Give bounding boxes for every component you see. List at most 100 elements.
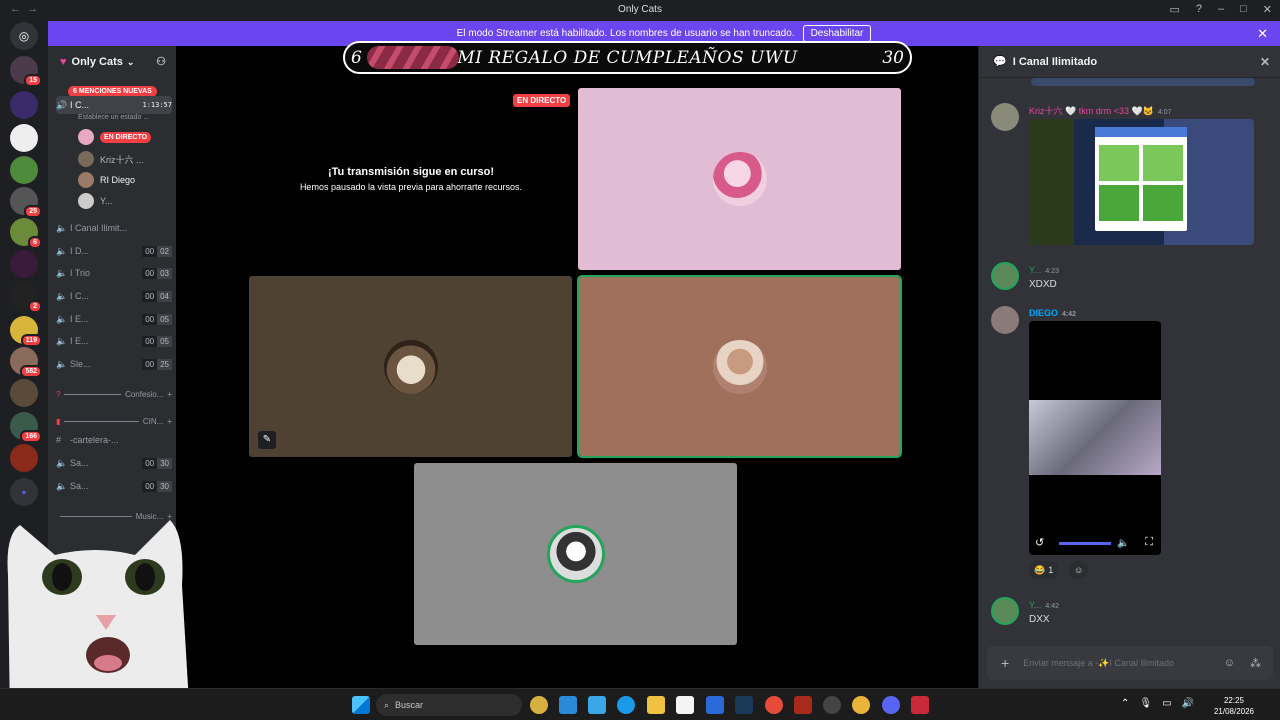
help-icon[interactable]: ?: [1196, 3, 1202, 16]
video-attachment[interactable]: ↺ 🔈 ⛶: [1029, 321, 1161, 555]
folder-icon[interactable]: ▪: [10, 478, 38, 506]
message-author[interactable]: Kriz十六 🤍 tkm drm <33 🤍🐱 4:07: [1029, 104, 1172, 117]
voice-user[interactable]: EN DIRECTO: [78, 127, 152, 147]
store-icon[interactable]: [676, 696, 694, 714]
speaker-icon: 🔈: [56, 335, 68, 346]
server-icon[interactable]: 2: [10, 282, 42, 313]
avatar[interactable]: [991, 597, 1019, 625]
paused-stream-tile[interactable]: ¡Tu transmisión sigue en curso! Hemos pa…: [250, 88, 572, 270]
participant-tile[interactable]: [578, 88, 901, 270]
video-frame: [1029, 400, 1161, 475]
invite-icon[interactable]: ⚇: [156, 55, 166, 68]
avatar[interactable]: [991, 262, 1019, 290]
server-icon[interactable]: 582: [10, 347, 42, 378]
voice-channel[interactable]: 🔈 I E... 00 05: [56, 332, 172, 350]
server-icon[interactable]: [10, 379, 38, 407]
network-icon[interactable]: ▭: [1162, 698, 1171, 709]
clock[interactable]: 22:25 21/08/2026: [1214, 695, 1254, 717]
avatar[interactable]: [991, 306, 1019, 334]
message-author[interactable]: Y... 4:42: [1029, 600, 1059, 610]
app-icon[interactable]: [794, 696, 812, 714]
server-icon[interactable]: 166: [10, 412, 42, 443]
app-icon[interactable]: [588, 696, 606, 714]
active-voice-channel[interactable]: 🔊 I C... 1:13:57: [56, 96, 172, 114]
discord-icon[interactable]: [882, 696, 900, 714]
server-icon[interactable]: [10, 156, 38, 184]
voice-user[interactable]: Y...: [78, 191, 112, 211]
system-tray[interactable]: ⌃ 🎙 ▭ 🔊: [1121, 698, 1194, 709]
chrome-icon[interactable]: [765, 696, 783, 714]
voice-channel[interactable]: 🔈 Sa... 00 30: [56, 454, 172, 472]
app-icon[interactable]: [706, 696, 724, 714]
image-attachment[interactable]: [1029, 119, 1254, 245]
close-button[interactable]: ✕: [1263, 3, 1272, 16]
emoji-icon[interactable]: ☺: [1224, 657, 1235, 669]
chevron-up-icon[interactable]: ⌃: [1121, 698, 1129, 709]
voice-channel[interactable]: 🔈 I Trio 00 03: [56, 264, 172, 282]
app-icon[interactable]: [559, 696, 577, 714]
replay-icon[interactable]: ↺: [1035, 536, 1044, 549]
participant-tile[interactable]: [414, 463, 737, 645]
voice-channel[interactable]: 🔈 Sle... 00 25: [56, 355, 172, 373]
fullscreen-icon[interactable]: ⛶: [1145, 536, 1153, 549]
steam-icon[interactable]: [735, 696, 753, 714]
server-icon[interactable]: 25: [10, 187, 42, 218]
discord-home-icon[interactable]: ◎: [10, 22, 38, 50]
server-icon[interactable]: 119: [10, 316, 42, 347]
voice-channel[interactable]: 🔈 I C... 00 04: [56, 287, 172, 305]
server-icon[interactable]: [10, 444, 38, 472]
message-author[interactable]: DIEGO 4:42: [1029, 308, 1076, 318]
close-icon[interactable]: ✕: [1257, 26, 1268, 42]
text-channel[interactable]: # -cartelera-...: [56, 431, 172, 449]
participant-tile[interactable]: [249, 276, 572, 457]
guild-icon: ♥: [60, 56, 67, 68]
add-reaction-button[interactable]: ☺: [1069, 561, 1089, 579]
voice-channel[interactable]: 🔈 Sa... 00 30: [56, 477, 172, 495]
server-icon[interactable]: [10, 91, 38, 119]
server-icon[interactable]: 15: [10, 56, 42, 87]
laughing-emoji-icon: 😂: [1034, 564, 1046, 575]
live-badge: EN DIRECTO: [513, 94, 571, 107]
category-header[interactable]: ▮ CIN... +: [56, 417, 172, 426]
voice-user[interactable]: RI Diego: [78, 170, 135, 190]
speaker-icon: 🔈: [56, 290, 68, 301]
app-icon[interactable]: [911, 696, 929, 714]
edge-icon[interactable]: [617, 696, 635, 714]
server-icon[interactable]: [10, 250, 38, 278]
chrome-icon[interactable]: [852, 696, 870, 714]
server-icon[interactable]: [10, 124, 38, 152]
embed-image[interactable]: [1031, 78, 1255, 86]
folder-icon[interactable]: [647, 696, 665, 714]
mic-icon[interactable]: 🎙: [1139, 698, 1152, 709]
participant-tile[interactable]: [577, 275, 902, 458]
apps-icon[interactable]: ⁂: [1250, 657, 1261, 670]
start-icon[interactable]: [352, 696, 370, 714]
close-icon[interactable]: ✕: [1260, 55, 1270, 69]
message-author[interactable]: Y... 4:23: [1029, 265, 1059, 275]
server-icon[interactable]: 6: [10, 218, 42, 249]
message-composer[interactable]: + Enviar mensaje a -✨I Canal Ilimitado ☺…: [987, 646, 1273, 680]
disable-streamer-button[interactable]: Deshabilitar: [802, 25, 872, 42]
voice-channel[interactable]: 🔈 I E... 00 05: [56, 310, 172, 328]
speaker-icon[interactable]: 🔊: [1182, 698, 1194, 709]
maximize-button[interactable]: □: [1240, 3, 1247, 16]
reaction[interactable]: 😂 1: [1029, 561, 1059, 579]
voice-channel[interactable]: 🔈 I Canal Ilimit...: [56, 219, 172, 237]
inbox-icon[interactable]: ▭: [1169, 3, 1179, 16]
add-attachment-icon[interactable]: +: [1001, 655, 1009, 671]
taskbar-search[interactable]: ⌕ Buscar: [376, 694, 522, 716]
voice-channel[interactable]: 🔈 I D... 00 02: [56, 242, 172, 260]
avatar[interactable]: [991, 103, 1019, 131]
taskbar: ⌕ Buscar ⌃ 🎙 ▭ 🔊 22:25 21/08/2026: [0, 688, 1280, 720]
guild-header[interactable]: ♥ Only Cats ⌄ ⚇: [48, 46, 176, 78]
speaker-icon: 🔊: [56, 99, 68, 110]
volume-slider[interactable]: [1059, 542, 1111, 545]
volume-icon[interactable]: 🔈: [1117, 538, 1129, 549]
category-header[interactable]: ? Confesio... +: [56, 390, 172, 399]
voice-user[interactable]: Kriz十六 ...: [78, 149, 144, 169]
app-icon[interactable]: [823, 696, 841, 714]
app-icon[interactable]: [530, 696, 548, 714]
minimize-button[interactable]: –: [1218, 3, 1224, 16]
avatar: [78, 193, 94, 209]
status-prompt[interactable]: Establece un estado ...: [78, 114, 149, 121]
